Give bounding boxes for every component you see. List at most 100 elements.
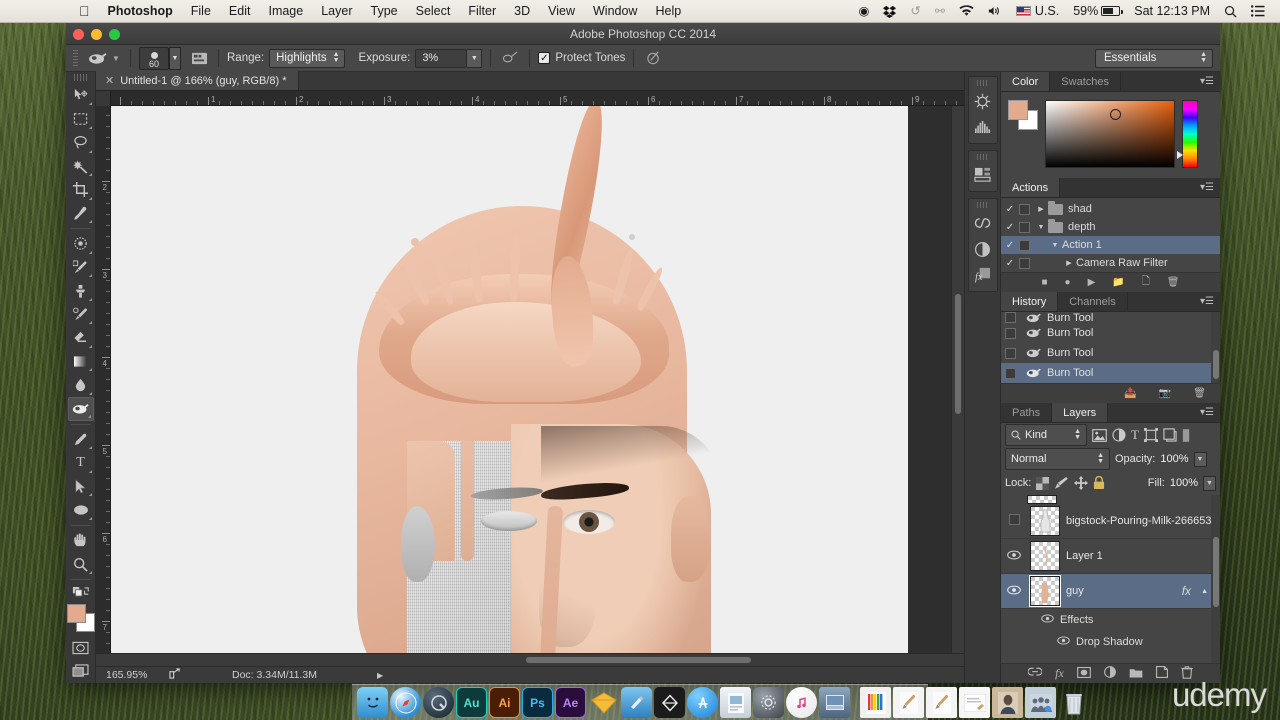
zoom-window-button[interactable] <box>109 29 120 40</box>
delete-icon[interactable]: 🗑 <box>1167 277 1180 288</box>
action-row[interactable]: ✓ ▼ depth <box>1001 218 1220 236</box>
dock-recent-design-document-2[interactable] <box>926 687 957 718</box>
action-row[interactable]: ✓ ▶ Camera Raw Filter <box>1001 254 1220 272</box>
menu-layer[interactable]: Layer <box>312 0 361 23</box>
dock-app-generic[interactable] <box>819 687 850 718</box>
tool-preset-chevron-down-icon[interactable]: ▼ <box>110 54 122 63</box>
lock-image-pixels-icon[interactable] <box>1054 476 1069 490</box>
canvas-scroll-area[interactable] <box>111 106 951 653</box>
record-icon[interactable]: ● <box>1065 277 1071 288</box>
burn-tool-icon[interactable] <box>84 48 110 69</box>
tab-swatches[interactable]: Swatches <box>1050 72 1121 91</box>
clone-stamp-tool[interactable] <box>68 279 94 303</box>
opacity-value[interactable]: 100% <box>1160 453 1188 465</box>
hand-tool[interactable] <box>68 529 94 553</box>
delete-icon[interactable]: 🗑 <box>1193 388 1206 399</box>
action-dialog-toggle[interactable] <box>1019 221 1030 233</box>
action-dialog-toggle[interactable] <box>1019 203 1030 215</box>
new-group-icon[interactable] <box>1129 667 1143 681</box>
new-layer-icon[interactable] <box>1155 666 1168 681</box>
layer-effects-indicator[interactable]: fx <box>1182 584 1195 598</box>
menu-file[interactable]: File <box>182 0 220 23</box>
layers-scrollbar[interactable] <box>1211 495 1220 663</box>
menu-image[interactable]: Image <box>259 0 312 23</box>
dock-app-illustrator[interactable]: Ai <box>489 687 520 718</box>
lock-transparent-pixels-icon[interactable] <box>1036 476 1050 490</box>
dock-app-xcode[interactable] <box>621 687 652 718</box>
properties-panel-icon[interactable] <box>970 162 996 188</box>
spot-healing-brush-tool[interactable] <box>68 232 94 256</box>
hue-slider[interactable] <box>1177 100 1198 168</box>
toolbox-grip[interactable] <box>73 74 88 81</box>
menu-type[interactable]: Type <box>362 0 407 23</box>
link-layers-icon[interactable] <box>1027 667 1043 680</box>
dock-app-app-store[interactable] <box>687 687 718 718</box>
bluetooth-icon[interactable]: ⚯ <box>928 0 952 23</box>
tab-layers[interactable]: Layers <box>1052 403 1109 422</box>
ellipse-tool[interactable] <box>68 498 94 522</box>
dock-app-system-preferences[interactable] <box>753 687 784 718</box>
menu-help[interactable]: Help <box>646 0 690 23</box>
opacity-chevron-down-icon[interactable]: ▼ <box>1193 451 1207 467</box>
history-scrollbar[interactable] <box>1211 312 1220 383</box>
panel-menu-icon[interactable]: ▾☰ <box>1194 178 1220 197</box>
pixel-filter-icon[interactable] <box>1092 428 1107 442</box>
layer-row[interactable]: Layer 1 <box>1001 539 1211 574</box>
adjustment-filter-icon[interactable] <box>1112 428 1126 442</box>
dock-app-itunes[interactable] <box>786 687 817 718</box>
history-snapshot-toggle[interactable] <box>1005 312 1016 323</box>
layer-row-selected[interactable]: guy fx ▲ <box>1001 574 1211 609</box>
record-icon[interactable]: ◉ <box>851 0 876 23</box>
layer-thumbnail[interactable] <box>1030 541 1060 571</box>
minimize-window-button[interactable] <box>91 29 102 40</box>
layer-thumbnail[interactable] <box>1030 506 1060 536</box>
dock-app-preview[interactable] <box>720 687 751 718</box>
dock-recent-group-photo-document[interactable] <box>1025 687 1056 718</box>
brush-panel-icon[interactable] <box>188 48 210 68</box>
document-tab[interactable]: ✕ Untitled-1 @ 166% (guy, RGB/8) * <box>96 71 300 90</box>
exposure-input[interactable]: 3% <box>415 48 468 68</box>
dock-recent-note-document[interactable] <box>959 687 990 718</box>
add-layer-mask-icon[interactable] <box>1076 666 1091 681</box>
color-field[interactable] <box>1045 100 1175 168</box>
action-dialog-toggle[interactable] <box>1019 257 1030 269</box>
scrollbar-thumb[interactable] <box>955 294 961 414</box>
dock-app-after-effects[interactable]: Ae <box>555 687 586 718</box>
new-snapshot-icon[interactable]: 📷 <box>1159 388 1171 399</box>
zoom-tool[interactable] <box>68 552 94 576</box>
filter-toggle-icon[interactable] <box>1182 428 1191 443</box>
dock-app-quicktime[interactable] <box>423 687 454 718</box>
dock-app-audition[interactable]: Au <box>456 687 487 718</box>
menu-view[interactable]: View <box>539 0 584 23</box>
dock-app-photoshop[interactable]: Ps <box>522 687 553 718</box>
brush-picker-chevron-down-icon[interactable]: ▼ <box>169 46 181 70</box>
color-picker-ring[interactable] <box>1110 109 1121 120</box>
quick-mask-icon[interactable] <box>68 636 94 660</box>
default-colors-icon[interactable] <box>68 583 94 601</box>
horizontal-ruler[interactable]: 1 2 3 4 5 6 7 8 9 <box>96 91 964 106</box>
pen-tool[interactable] <box>68 428 94 452</box>
layer-visibility-toggle[interactable] <box>1004 550 1024 563</box>
dock-app-finder[interactable] <box>357 687 388 718</box>
play-icon[interactable]: ▶ <box>1088 277 1096 288</box>
add-layer-style-icon[interactable]: fx <box>1055 666 1064 681</box>
window-title-bar[interactable]: Adobe Photoshop CC 2014 <box>66 23 1220 45</box>
magic-wand-tool[interactable] <box>68 155 94 179</box>
action-row[interactable]: ✓ ▶ shad <box>1001 200 1220 218</box>
battery-indicator[interactable]: 59% <box>1066 0 1127 23</box>
vertical-ruler[interactable]: 2 3 4 5 6 7 <box>96 106 111 653</box>
menu-bar-clock[interactable]: Sat 12:13 PM <box>1127 0 1217 23</box>
color-panel-swatches[interactable] <box>1008 100 1038 130</box>
screen-mode-icon[interactable] <box>68 659 94 683</box>
smart-object-filter-icon[interactable] <box>1163 428 1177 442</box>
new-document-from-state-icon[interactable]: 📤 <box>1124 388 1136 399</box>
action-dialog-toggle[interactable] <box>1019 239 1030 251</box>
type-tool[interactable]: T <box>68 451 94 475</box>
brush-size-preview[interactable]: 60 <box>139 46 169 70</box>
menu-window[interactable]: Window <box>584 0 646 23</box>
layer-visibility-toggle[interactable] <box>1004 585 1024 598</box>
histogram-panel-icon[interactable] <box>970 114 996 140</box>
apple-icon[interactable]:  <box>70 0 99 23</box>
panel-menu-icon[interactable]: ▾☰ <box>1194 403 1220 422</box>
gradient-tool[interactable] <box>68 350 94 374</box>
